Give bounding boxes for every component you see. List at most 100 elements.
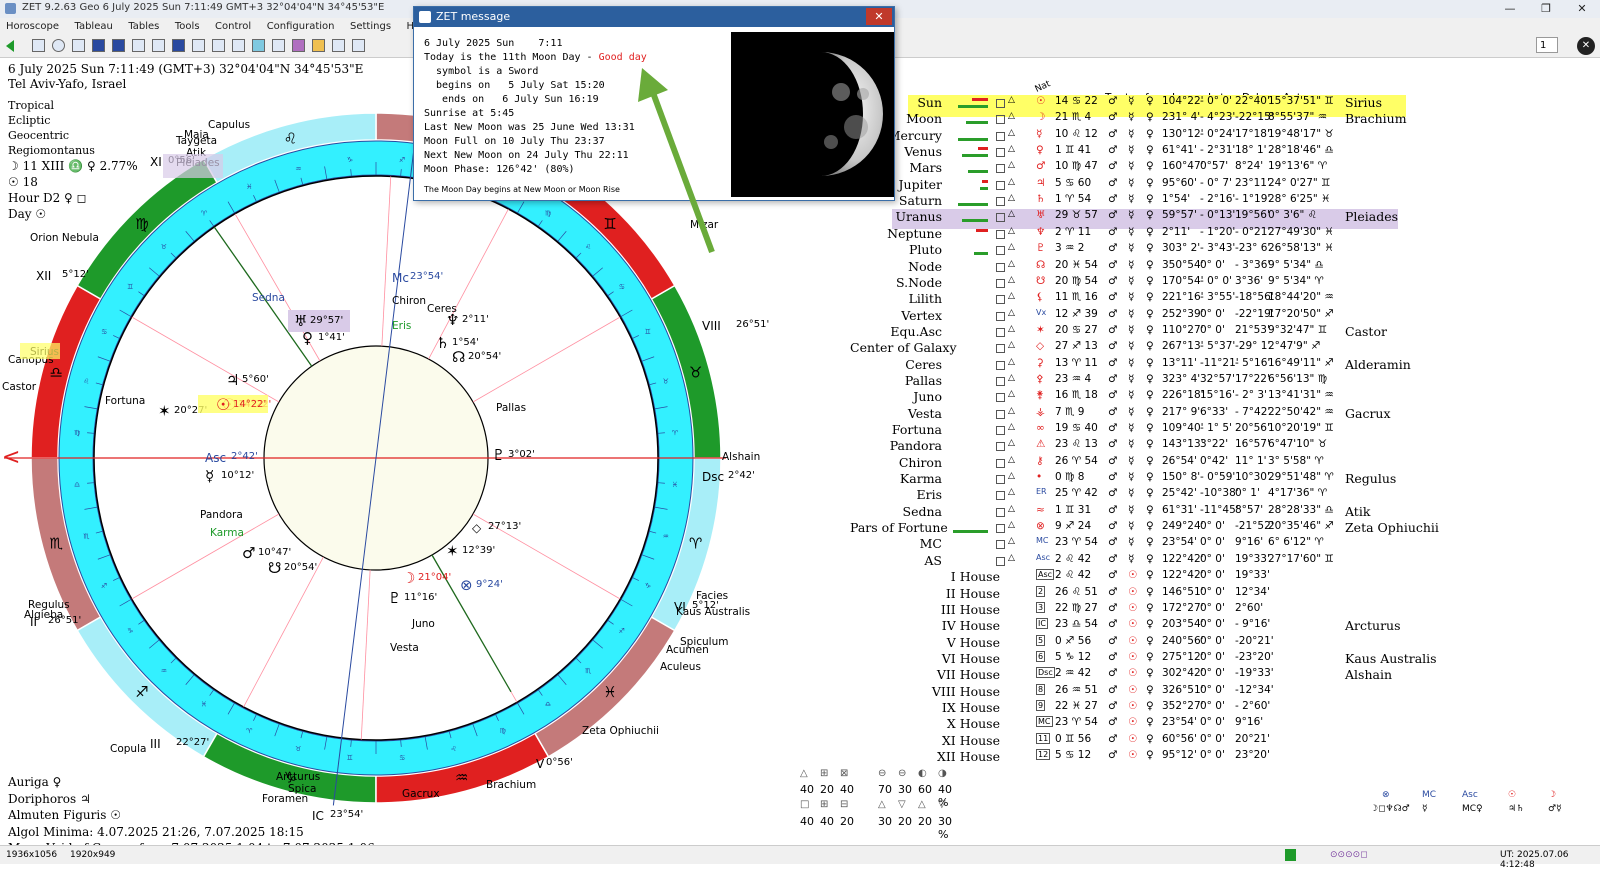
planet-degree: 5°60' <box>242 374 269 385</box>
stat-value: 40 <box>800 815 814 828</box>
check-tool-icon[interactable] <box>172 39 185 52</box>
planet-glyph: ⚷ <box>1036 454 1044 467</box>
stats-tool-icon[interactable] <box>352 39 365 52</box>
dialog-close-button[interactable]: ✕ <box>866 8 892 25</box>
latitude: - 0°24' <box>1200 127 1236 140</box>
stat-value: 30 % <box>938 815 952 841</box>
sign-glyph-2: ♐ <box>135 683 148 701</box>
latitude: 15°16' <box>1200 389 1235 402</box>
antiscion: 3° 5'58" ♈ <box>1268 454 1324 467</box>
ruler-glyph: ♀ <box>1146 650 1154 663</box>
ruler-glyph: ♂ <box>1108 225 1118 238</box>
modality-box-icon <box>996 475 1005 485</box>
cusp-degree: 5°12' <box>62 269 89 280</box>
table-tool-icon[interactable] <box>32 39 45 52</box>
toolbar-close-icon[interactable]: ✕ <box>1577 37 1595 55</box>
ruler-glyph: ♀ <box>1146 323 1154 336</box>
element-triangle-icon: △ <box>1008 258 1015 269</box>
chart-tool-icon[interactable] <box>72 39 85 52</box>
minimize-button[interactable]: — <box>1492 0 1528 18</box>
longitude: 221°16' <box>1162 291 1204 304</box>
ruler-glyph: ♀ <box>1146 372 1154 385</box>
element-triangle-icon: △ <box>1008 503 1015 514</box>
latitude: 6°33' <box>1200 405 1229 418</box>
sign-position: 23 ♈ 54 <box>1055 716 1098 729</box>
ruler-glyph: ♀ <box>1146 601 1154 614</box>
planet-glyph: ⚴ <box>1036 372 1044 385</box>
sign-position: 21 ♏ 4 <box>1055 111 1092 124</box>
settings-tool-icon[interactable] <box>332 39 345 52</box>
modality-box-icon <box>996 295 1005 305</box>
cusp-label: XII <box>36 269 51 283</box>
latitude: 0°57' <box>1200 160 1229 173</box>
longitude: 150° 8' <box>1162 471 1201 484</box>
declination: 20°21' <box>1235 732 1270 745</box>
planet-glyph: ♆ <box>1036 225 1046 238</box>
longitude: 252°39' <box>1162 307 1204 320</box>
declination: -29° 1' <box>1235 340 1271 353</box>
sky-tool-icon[interactable] <box>112 39 125 52</box>
ruler-glyph: ♀ <box>1146 274 1154 287</box>
planet-glyph: ☉ <box>1036 95 1046 107</box>
ruler-glyph: ♂ <box>1108 389 1118 402</box>
back-arrow-icon[interactable] <box>6 40 14 52</box>
element-triangle-icon: △ <box>1008 193 1015 204</box>
compare-tool-icon[interactable] <box>272 39 285 52</box>
maximize-button[interactable]: ❐ <box>1528 0 1564 18</box>
antiscion: 24° 0'27" ♊ <box>1268 176 1331 189</box>
planet-glyph: Asc <box>1036 552 1051 562</box>
modality-box-icon <box>996 409 1005 419</box>
grid-tool-icon[interactable] <box>132 39 145 52</box>
ruler-glyph: ♀ <box>1146 127 1154 140</box>
map-tool-icon[interactable] <box>92 39 105 52</box>
transit-tool-icon[interactable] <box>252 39 265 52</box>
fixed-star: Zeta Ophiuchii <box>1345 520 1439 536</box>
calendar-tool-icon[interactable] <box>232 39 245 52</box>
moon-icon: ☽ <box>1548 790 1557 800</box>
sign-position: 20 ♋ 27 <box>1055 323 1098 336</box>
antiscion: 4°17'36" ♈ <box>1268 487 1328 500</box>
degree-glyph: ♈ <box>201 209 208 217</box>
toolbar-number-field[interactable]: 1 <box>1536 37 1558 53</box>
latitude: 0° 0' <box>1200 634 1225 647</box>
sign-position: 10 ♍ 47 <box>1055 160 1098 173</box>
sign-position: 29 ♉ 57 <box>1055 209 1098 222</box>
ruler-glyph: ☉ <box>1128 569 1138 582</box>
menu-horoscope[interactable]: Horoscope <box>0 18 65 35</box>
tools-tool-icon[interactable] <box>312 39 325 52</box>
menu-configuration[interactable]: Configuration <box>261 18 341 35</box>
latitude: 0° 0' <box>1200 536 1225 549</box>
antiscion: 2°47'9" ♐ <box>1268 340 1321 353</box>
sign-position: 2 ♌ 42 <box>1055 552 1092 565</box>
list-tool-icon[interactable] <box>152 39 165 52</box>
planet-name: Uranus <box>895 209 942 225</box>
modality-box-icon <box>996 148 1005 158</box>
ruler-glyph: ♂ <box>1108 503 1118 516</box>
planet-glyph: • <box>1036 471 1043 484</box>
planet-name: Chiron <box>898 454 942 470</box>
planet-name: Fortuna <box>891 422 942 437</box>
sun-degree: 14°22' <box>233 399 266 410</box>
status-aspect-icons[interactable]: ⊙⊙⊙⊙◻ <box>1330 850 1368 860</box>
menu-control[interactable]: Control <box>209 18 257 35</box>
cusp-degree: 22°27' <box>176 737 209 748</box>
longitude: 104°22' <box>1162 95 1204 107</box>
menu-tables[interactable]: Tables <box>122 18 165 35</box>
doc-tool-icon[interactable] <box>212 39 225 52</box>
declination: -12°34' <box>1235 683 1274 696</box>
body-name: Eris <box>392 320 411 332</box>
sign-glyph-10: ♌ <box>284 129 297 147</box>
asc-icon: Asc <box>1462 790 1478 800</box>
aspect-tool-icon[interactable] <box>292 39 305 52</box>
sign-position: 0 ♐ 56 <box>1055 634 1092 647</box>
declination: 23°20' <box>1235 749 1270 761</box>
window-tool-icon[interactable] <box>192 39 205 52</box>
sign-position: 19 ♋ 40 <box>1055 422 1098 434</box>
menu-tableau[interactable]: Tableau <box>68 18 118 35</box>
menu-settings[interactable]: Settings <box>344 18 397 35</box>
planet-name: Node <box>908 258 942 274</box>
globe-tool-icon[interactable] <box>52 39 65 52</box>
close-button[interactable]: ✕ <box>1564 0 1600 18</box>
planet-glyph: ✶ <box>446 542 459 560</box>
menu-tools[interactable]: Tools <box>169 18 206 35</box>
